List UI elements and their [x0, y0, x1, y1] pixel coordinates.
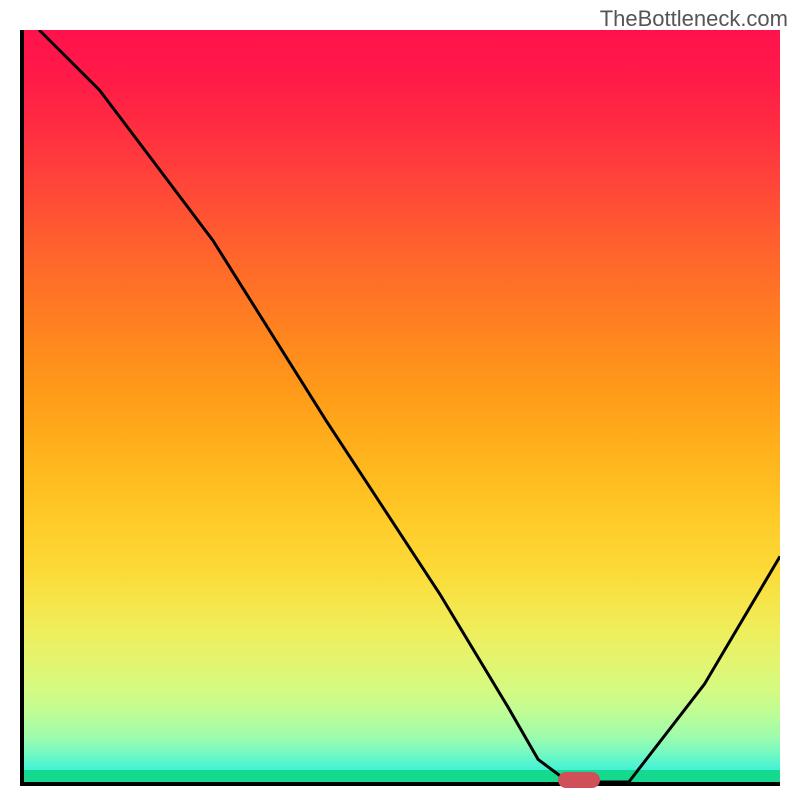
gradient-background	[24, 30, 780, 782]
optimal-marker-pill	[558, 772, 600, 788]
chart-area	[20, 30, 780, 786]
green-baseline	[24, 770, 780, 782]
watermark-text: TheBottleneck.com	[600, 6, 788, 32]
